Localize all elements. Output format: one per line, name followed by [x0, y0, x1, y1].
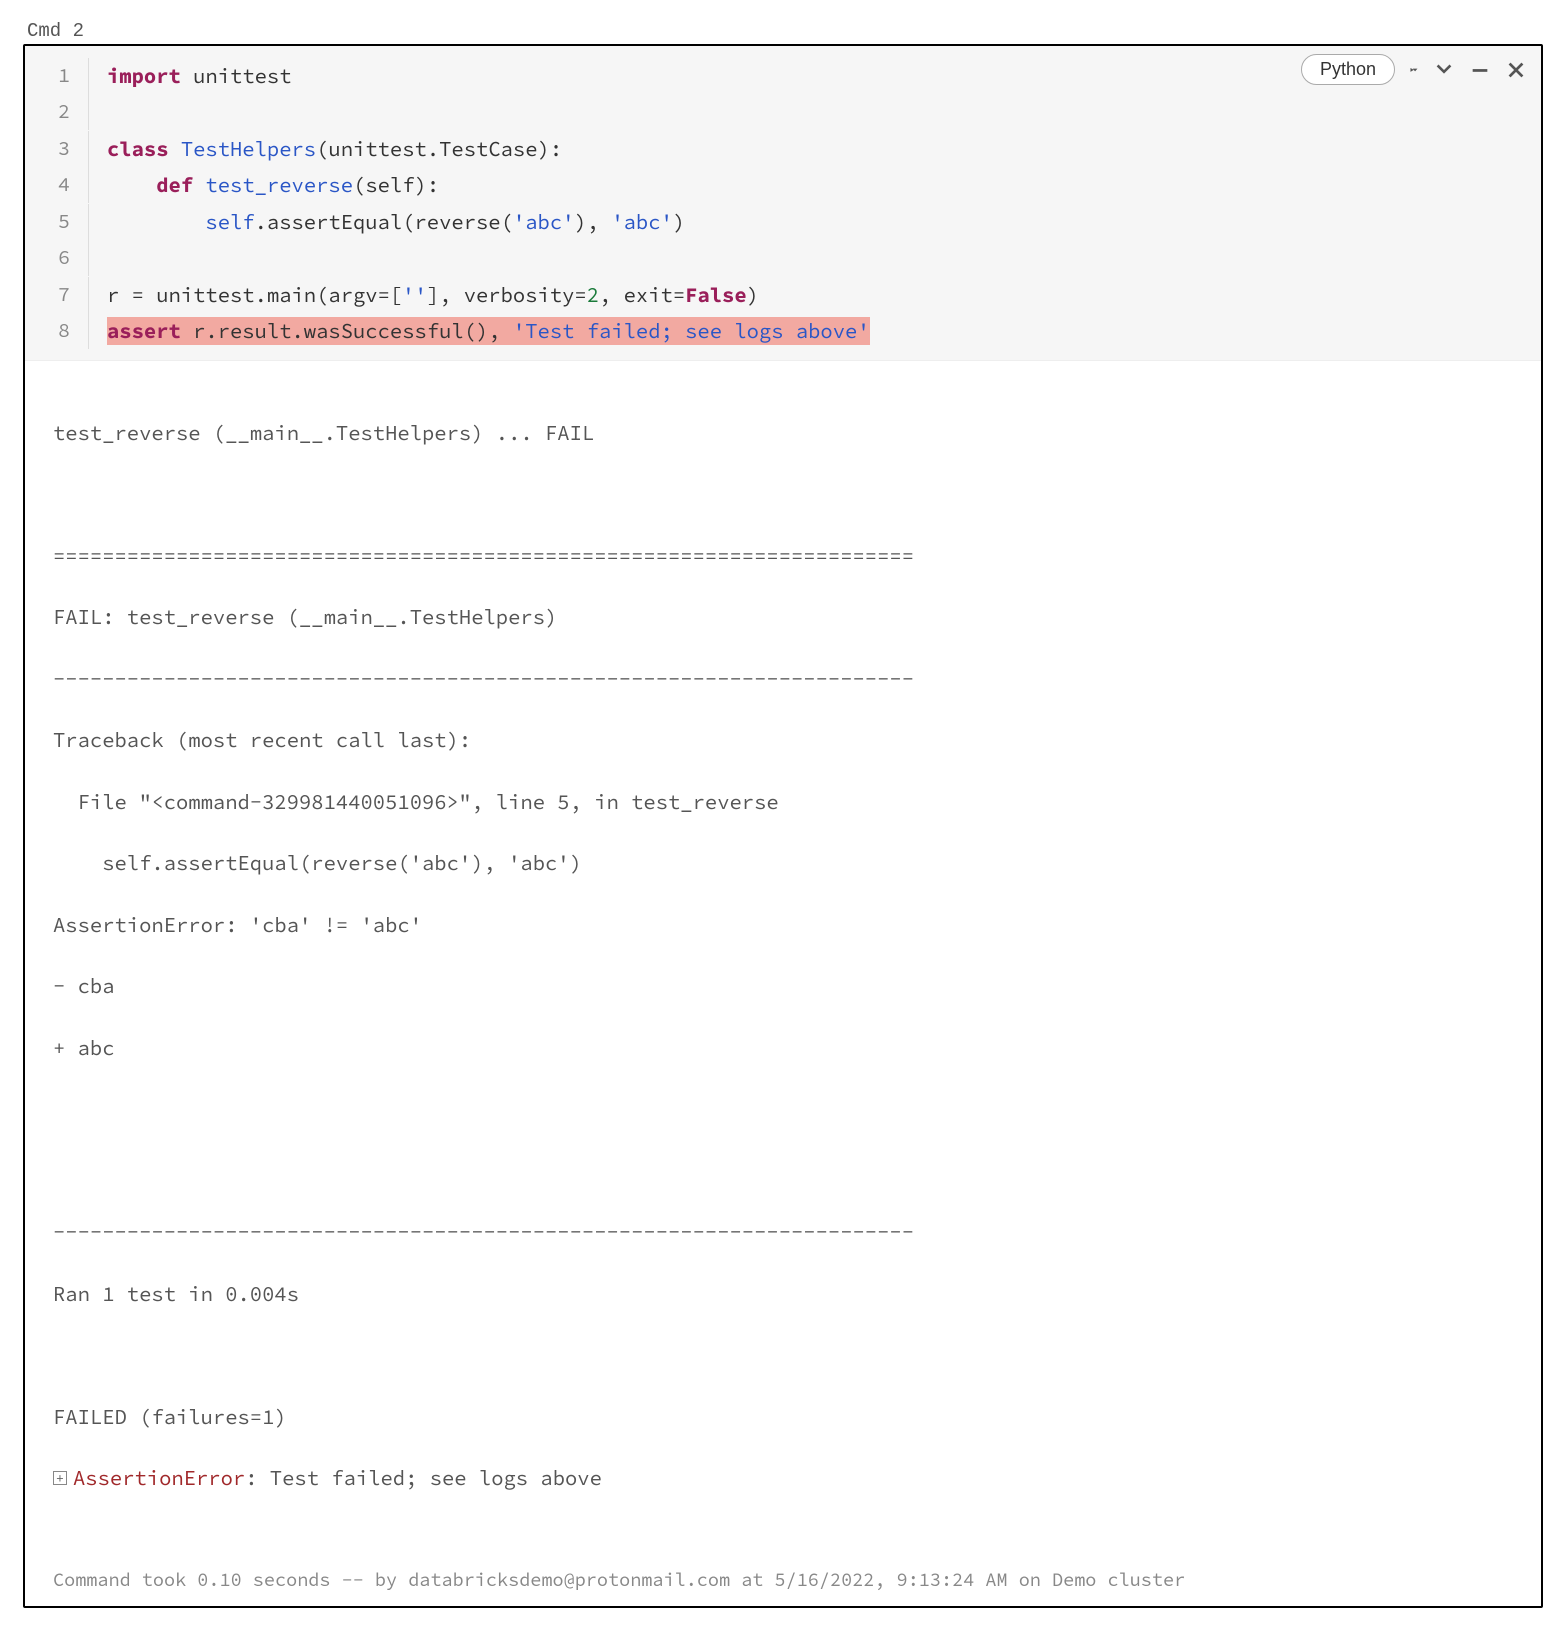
line-number: 6 [25, 240, 89, 276]
collapse-button[interactable] [1433, 59, 1455, 81]
output-separator: ========================================… [53, 541, 1513, 572]
minus-icon [1469, 59, 1491, 81]
output-line: Traceback (most recent call last): [53, 725, 1513, 756]
expand-icon[interactable]: + [53, 1471, 67, 1485]
output-line: FAIL: test_reverse (__main__.TestHelpers… [53, 602, 1513, 633]
error-line[interactable]: +AssertionError: Test failed; see logs a… [53, 1463, 1513, 1494]
notebook-cell: Python 1import unittest 2 3class [23, 44, 1543, 1608]
chevron-down-icon [1433, 59, 1455, 81]
run-button[interactable] [1409, 63, 1419, 77]
language-selector[interactable]: Python [1301, 54, 1395, 85]
cell-toolbar: Python [1301, 54, 1527, 85]
minimize-button[interactable] [1469, 59, 1491, 81]
close-button[interactable] [1505, 59, 1527, 81]
output-separator: ----------------------------------------… [53, 664, 1513, 695]
line-number: 4 [25, 167, 89, 203]
output-line: + abc [53, 1033, 1513, 1064]
output-line: FAILED (failures=1) [53, 1402, 1513, 1433]
line-number: 7 [25, 277, 89, 313]
output-area: test_reverse (__main__.TestHelpers) ... … [25, 361, 1541, 1562]
output-line: self.assertEqual(reverse('abc'), 'abc') [53, 848, 1513, 879]
line-number: 8 [25, 313, 89, 349]
close-icon [1505, 59, 1527, 81]
output-separator: ----------------------------------------… [53, 1217, 1513, 1248]
output-line: AssertionError: 'cba' != 'abc' [53, 910, 1513, 941]
execution-footer: Command took 0.10 seconds -- by databric… [25, 1561, 1541, 1606]
output-line: test_reverse (__main__.TestHelpers) ... … [53, 418, 1513, 449]
line-number: 2 [25, 94, 89, 130]
output-line: Ran 1 test in 0.004s [53, 1279, 1513, 1310]
caret-down-icon [1411, 63, 1419, 77]
cell-label: Cmd 2 [23, 20, 1543, 42]
line-number: 1 [25, 58, 89, 94]
code-lines: 1import unittest 2 3class TestHelpers(un… [25, 58, 1541, 350]
code-editor[interactable]: Python 1import unittest 2 3class [25, 46, 1541, 361]
line-number: 5 [25, 204, 89, 240]
output-line: - cba [53, 971, 1513, 1002]
line-number: 3 [25, 131, 89, 167]
output-line: File "<command-329981440051096>", line 5… [53, 787, 1513, 818]
